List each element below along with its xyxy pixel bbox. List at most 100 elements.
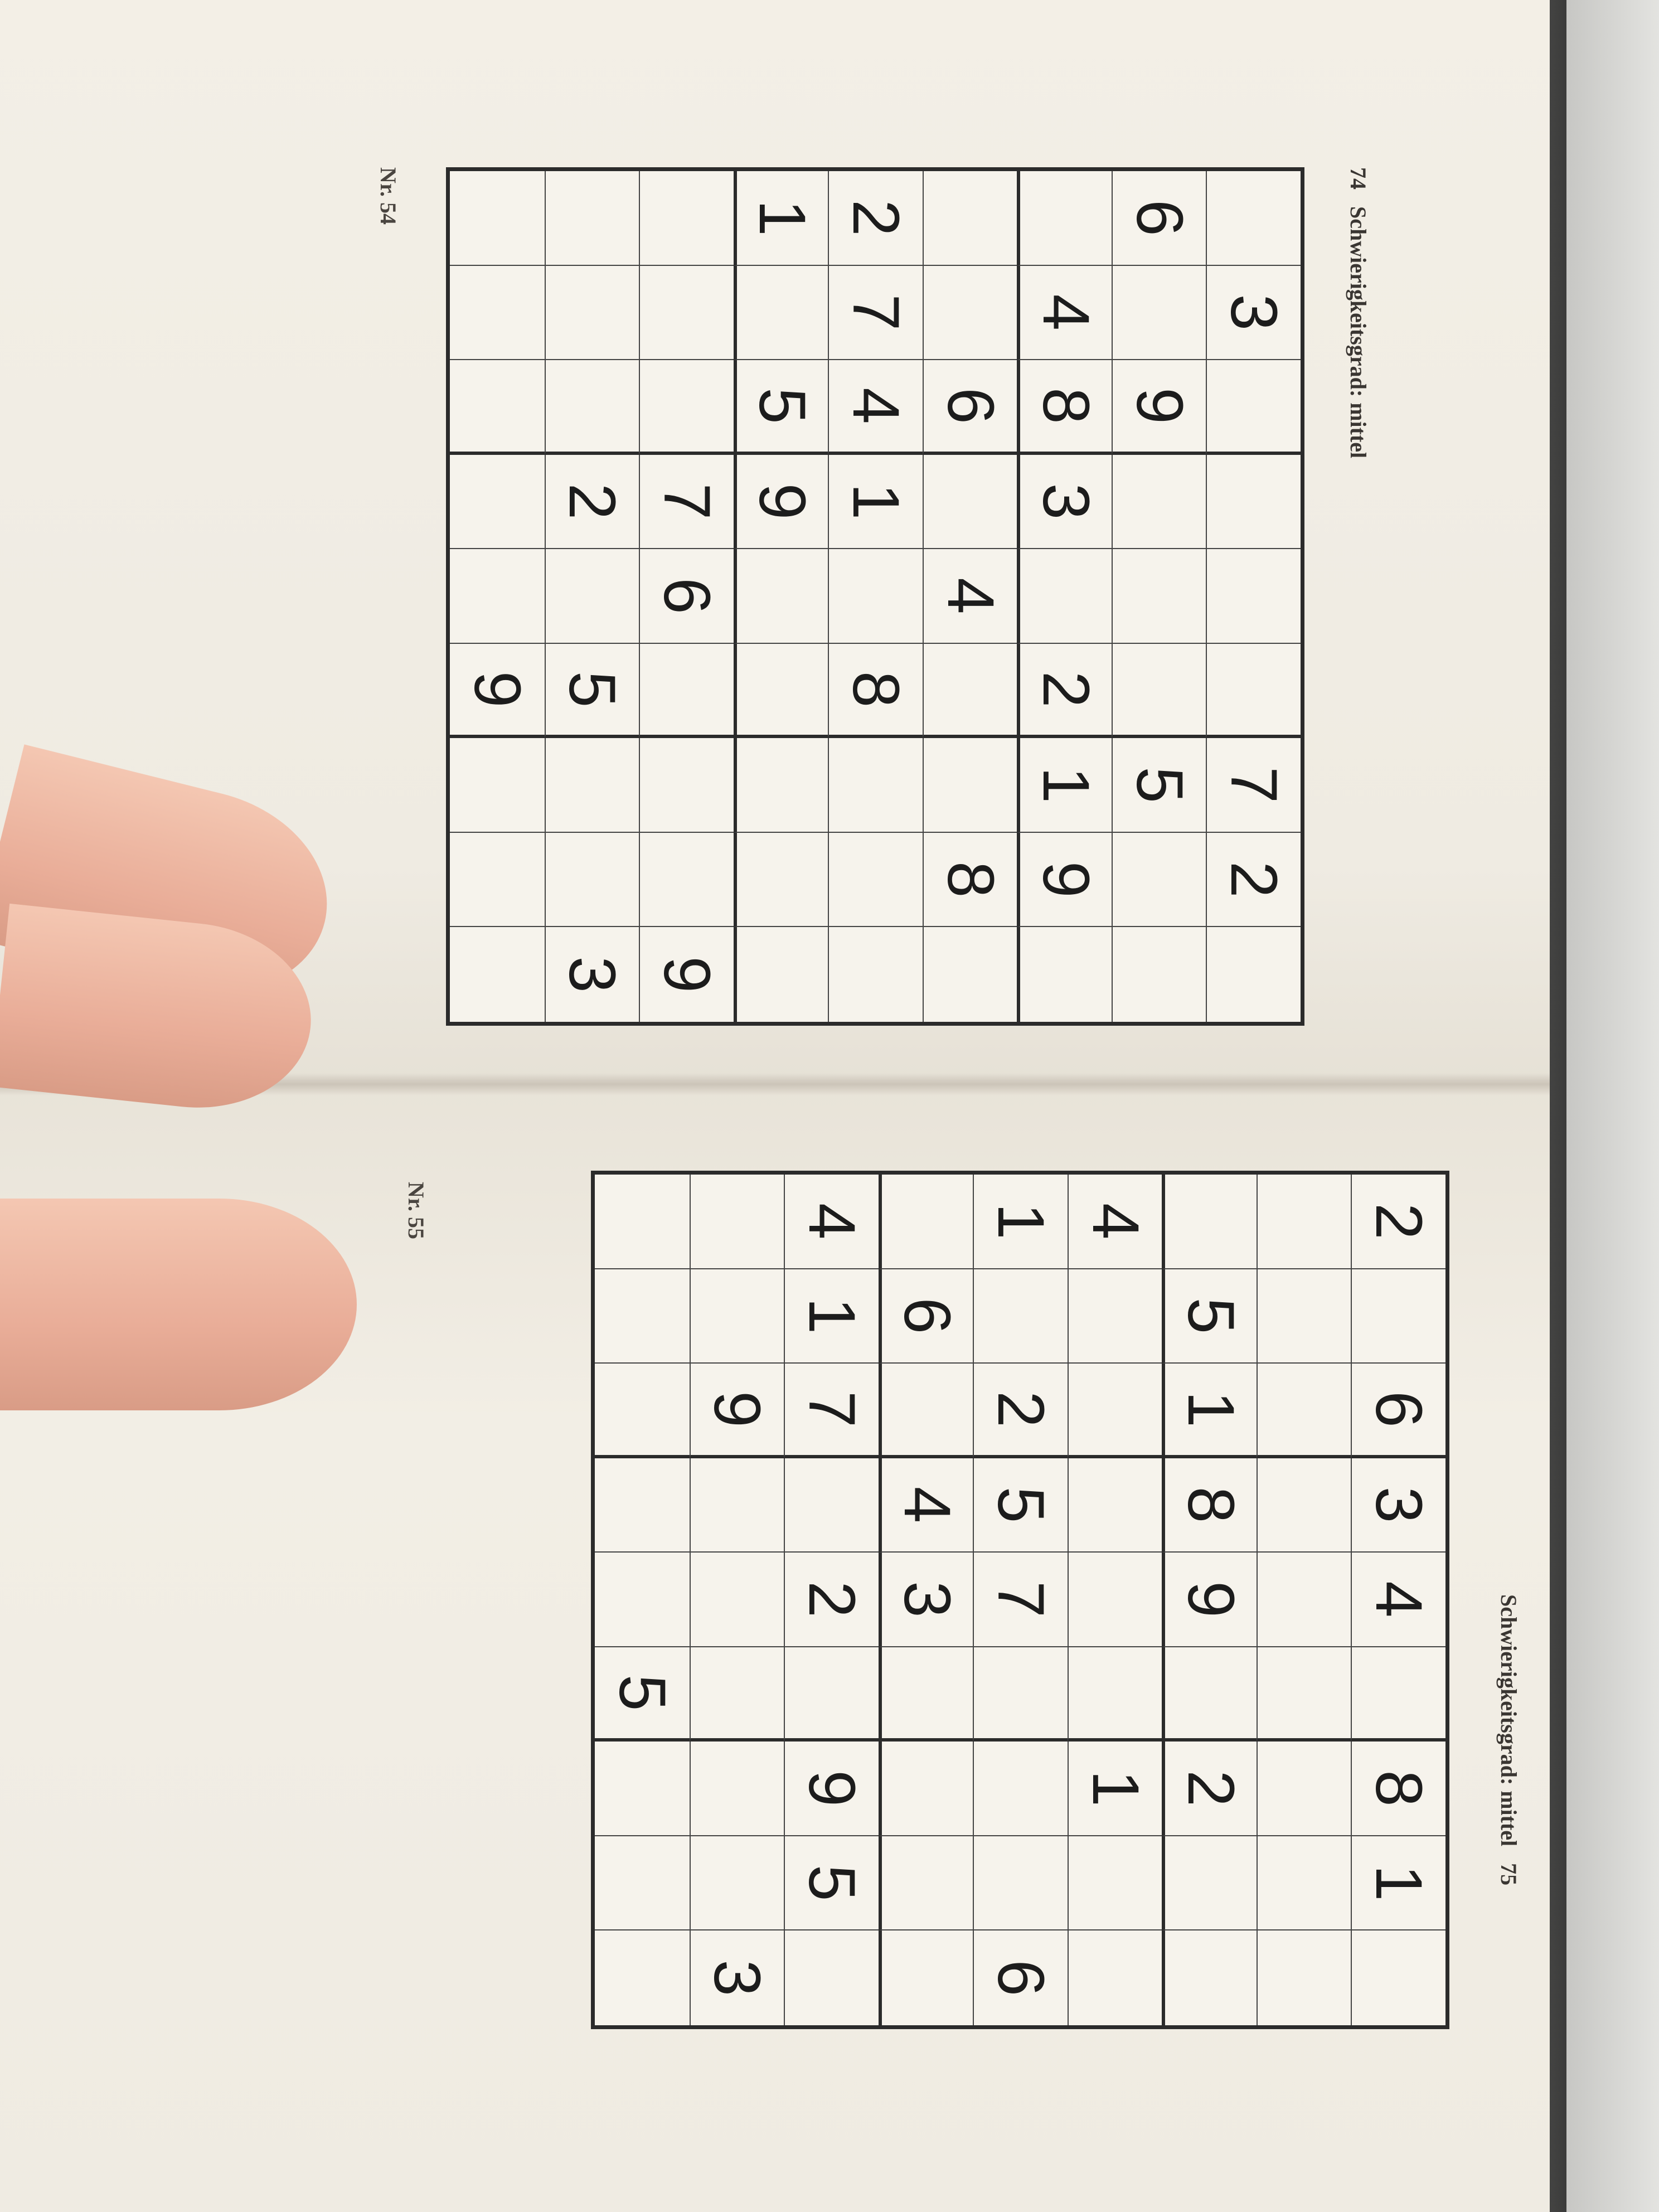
sudoku-cell — [922, 927, 1017, 1022]
sudoku-cell — [1067, 1458, 1162, 1553]
sudoku-cell — [784, 1458, 879, 1553]
sudoku-cell — [450, 454, 545, 550]
sudoku-cell: 9 — [689, 1364, 784, 1458]
sudoku-cell — [973, 1742, 1068, 1836]
sudoku-cell: 5 — [544, 643, 639, 739]
sudoku-cell — [878, 1742, 973, 1836]
sudoku-cell: 4 — [828, 360, 923, 455]
sudoku-cell — [689, 1647, 784, 1742]
sudoku-cell: 2 — [1017, 643, 1112, 739]
sudoku-cell — [973, 1269, 1068, 1364]
sudoku-cell: 5 — [733, 360, 828, 455]
sudoku-cell: 8 — [828, 643, 923, 739]
sudoku-cell: 7 — [784, 1364, 879, 1458]
sudoku-cell — [922, 265, 1017, 361]
sudoku-cell — [1017, 171, 1112, 266]
sudoku-cell — [973, 1836, 1068, 1931]
sudoku-cell — [595, 1269, 690, 1364]
sudoku-cell: 1 — [828, 454, 923, 550]
sudoku-cell: 3 — [1351, 1458, 1445, 1553]
sudoku-cell — [1256, 1742, 1351, 1836]
sudoku-cell — [595, 1458, 690, 1553]
sudoku-cell: 6 — [1111, 171, 1206, 266]
sudoku-cell — [1017, 927, 1112, 1022]
sudoku-cell: 3 — [878, 1553, 973, 1647]
sudoku-cell — [1256, 1364, 1351, 1458]
sudoku-cell: 1 — [784, 1269, 879, 1364]
sudoku-cell — [1111, 549, 1206, 644]
sudoku-cell — [544, 832, 639, 928]
sudoku-cell — [1017, 549, 1112, 644]
sudoku-cell — [450, 738, 545, 833]
sudoku-cell — [1206, 643, 1301, 739]
sudoku-cell — [595, 1175, 690, 1269]
sudoku-cell — [1067, 1930, 1162, 2025]
sudoku-cell: 3 — [689, 1930, 784, 2025]
sudoku-cell — [1351, 1647, 1445, 1742]
sudoku-cell: 6 — [1351, 1364, 1445, 1458]
sudoku-cell — [1067, 1269, 1162, 1364]
sudoku-cell — [450, 265, 545, 361]
sudoku-cell — [1206, 171, 1301, 266]
sudoku-cell — [689, 1553, 784, 1647]
sudoku-cell: 7 — [828, 265, 923, 361]
sudoku-cell: 1 — [1351, 1836, 1445, 1931]
sudoku-cell — [1256, 1930, 1351, 2025]
left-page-header: 74 Schwierigkeitsgrad: mittel — [1345, 167, 1371, 458]
sudoku-cell — [1162, 1930, 1257, 2025]
sudoku-cell — [450, 171, 545, 266]
sudoku-cell: 9 — [1017, 832, 1112, 928]
sudoku-cell — [450, 549, 545, 644]
sudoku-cell — [1111, 927, 1206, 1022]
sudoku-cell — [1256, 1553, 1351, 1647]
sudoku-cell — [1162, 1175, 1257, 1269]
finger — [0, 1199, 357, 1410]
sudoku-cell — [1067, 1553, 1162, 1647]
page-number: 74 — [1346, 167, 1371, 190]
header-text: Schwierigkeitsgrad: mittel — [1346, 206, 1371, 459]
sudoku-cell — [1256, 1647, 1351, 1742]
sudoku-cell: 6 — [973, 1930, 1068, 2025]
sudoku-cell — [1256, 1269, 1351, 1364]
sudoku-cell: 4 — [784, 1175, 879, 1269]
sudoku-cell — [639, 832, 734, 928]
sudoku-cell — [689, 1269, 784, 1364]
sudoku-cell — [733, 549, 828, 644]
sudoku-cell — [1351, 1269, 1445, 1364]
sudoku-cell — [689, 1742, 784, 1836]
sudoku-cell: 6 — [878, 1269, 973, 1364]
sudoku-cell: 9 — [639, 927, 734, 1022]
sudoku-cell: 3 — [1017, 454, 1112, 550]
sudoku-cell: 7 — [639, 454, 734, 550]
sudoku-cell — [595, 1553, 690, 1647]
sudoku-cell — [544, 360, 639, 455]
sudoku-cell — [828, 927, 923, 1022]
sudoku-cell — [639, 265, 734, 361]
sudoku-cell — [878, 1175, 973, 1269]
sudoku-cell: 8 — [1351, 1742, 1445, 1836]
sudoku-cell — [544, 549, 639, 644]
sudoku-cell — [1256, 1836, 1351, 1931]
sudoku-cell: 5 — [595, 1647, 690, 1742]
sudoku-cell — [544, 265, 639, 361]
sudoku-cell — [828, 832, 923, 928]
sudoku-cell: 3 — [544, 927, 639, 1022]
photo-scene: Schwierigkeitsgrad: mittel 75 2634815189… — [0, 0, 1659, 2212]
sudoku-cell — [689, 1836, 784, 1931]
sudoku-cell — [973, 1647, 1068, 1742]
sudoku-cell — [733, 927, 828, 1022]
sudoku-cell — [733, 265, 828, 361]
sudoku-cell: 8 — [1017, 360, 1112, 455]
sudoku-cell — [878, 1930, 973, 2025]
sudoku-cell — [828, 738, 923, 833]
sudoku-cell — [1256, 1458, 1351, 1553]
sudoku-cell: 2 — [1162, 1742, 1257, 1836]
sudoku-cell — [595, 1742, 690, 1836]
sudoku-cell — [922, 738, 1017, 833]
sudoku-cell — [733, 832, 828, 928]
sudoku-cell: 4 — [1017, 265, 1112, 361]
sudoku-cell: 2 — [1206, 832, 1301, 928]
sudoku-cell — [1162, 1836, 1257, 1931]
sudoku-cell: 9 — [1111, 360, 1206, 455]
sudoku-cell: 9 — [733, 454, 828, 550]
